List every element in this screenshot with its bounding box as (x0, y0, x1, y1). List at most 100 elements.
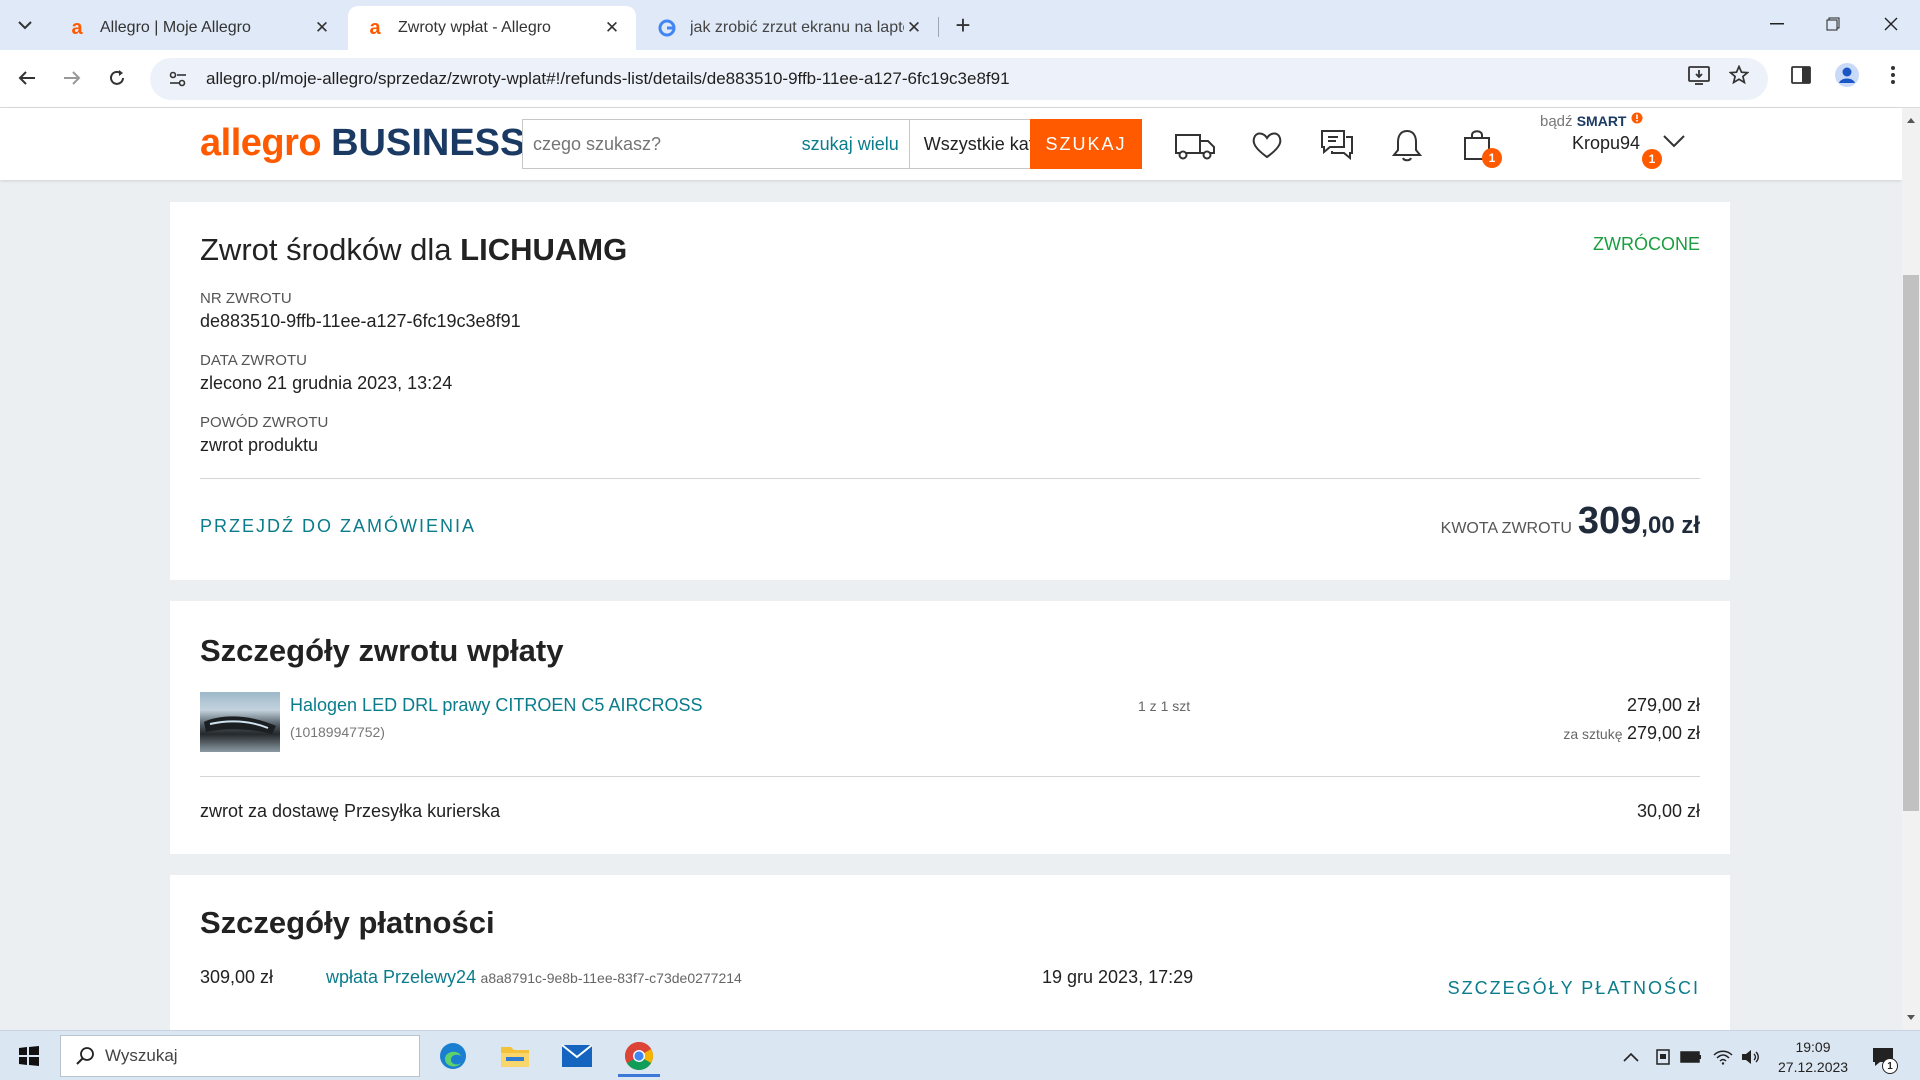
unit-price-label: za sztukę (1563, 726, 1623, 742)
messages-button[interactable] (1316, 126, 1358, 164)
edge-icon (440, 1043, 466, 1069)
tray-volume[interactable] (1740, 1046, 1762, 1068)
taskbar-chrome[interactable] (612, 1035, 666, 1077)
product-thumbnail[interactable] (200, 692, 280, 752)
delivery-refund-amount: 30,00 zł (1636, 801, 1700, 821)
profile-button[interactable] (1832, 60, 1862, 90)
allegro-icon: a (71, 16, 83, 39)
product-unit-price: za sztukę 279,00 zł (1563, 723, 1700, 744)
product-id: (10189947752) (290, 724, 385, 740)
tray-wifi[interactable] (1712, 1046, 1734, 1068)
avatar-icon (1835, 63, 1859, 87)
restore-icon (1826, 17, 1840, 31)
payment-date: 19 gru 2023, 17:29 (1042, 967, 1194, 987)
site-settings-icon[interactable] (168, 71, 188, 87)
tray-overflow[interactable] (1620, 1046, 1642, 1068)
url-text[interactable]: allegro.pl/moje-allegro/sprzedaz/zwroty-… (206, 69, 1010, 89)
cart-button[interactable]: 1 (1456, 126, 1502, 168)
unit-price-value: 279,00 zł (1626, 723, 1700, 743)
windows-icon (19, 1046, 39, 1066)
refund-status-badge: ZWRÓCONE (1593, 234, 1700, 254)
close-icon[interactable]: ✕ (904, 18, 924, 38)
taskbar-edge[interactable] (426, 1035, 480, 1077)
chevron-up-icon (1623, 1052, 1639, 1062)
address-bar[interactable]: allegro.pl/moje-allegro/sprzedaz/zwroty-… (150, 58, 1768, 100)
close-icon[interactable]: ✕ (602, 18, 622, 38)
tab-zwroty-wplat[interactable]: a Zwroty wpłat - Allegro ✕ (348, 6, 636, 50)
seller-name: LICHUAMG (460, 232, 628, 267)
start-button[interactable] (2, 1035, 56, 1077)
divider (200, 776, 1700, 777)
refund-title-prefix: Zwrot środków dla (200, 232, 452, 267)
refund-number: de883510-9ffb-11ee-a127-6fc19c3e8f91 (200, 311, 521, 331)
taskbar-file-explorer[interactable] (488, 1035, 542, 1077)
minimize-icon (1770, 23, 1784, 25)
refund-number-label: NR ZWROTU (200, 290, 292, 307)
bookmark-button[interactable] (1724, 60, 1754, 90)
user-menu-toggle[interactable] (1663, 134, 1685, 153)
product-quantity: 1 z 1 szt (1138, 698, 1191, 714)
close-icon[interactable]: ✕ (312, 18, 332, 38)
taskbar-search-text: Wyszukaj (105, 1046, 178, 1065)
divider (200, 478, 1700, 479)
taskbar-mail[interactable] (550, 1035, 604, 1077)
back-button[interactable] (10, 61, 44, 95)
taskbar-search[interactable]: Wyszukaj (60, 1035, 420, 1077)
restore-button[interactable] (1806, 0, 1860, 48)
allegro-business-logo[interactable]: allegro BUSINESS (200, 122, 525, 165)
payment-details-card: Szczegóły płatności 309,00 zł wpłata Prz… (170, 875, 1730, 1030)
user-menu[interactable]: Kropu94 (1572, 133, 1640, 154)
payment-details-title: Szczegóły płatności (200, 905, 495, 940)
delivery-button[interactable] (1174, 126, 1216, 164)
bell-icon (1392, 129, 1422, 162)
tab-google-search[interactable]: jak zrobić zrzut ekranu na lapto ✕ (640, 6, 938, 50)
chevron-down-icon (1663, 135, 1685, 148)
go-to-order-link[interactable]: PRZEJDŹ DO ZAMÓWIENIA (200, 516, 476, 537)
product-name-link[interactable]: Halogen LED DRL prawy CITROEN C5 AIRCROS… (290, 695, 702, 716)
refund-amount-label: KWOTA ZWROTU (1440, 520, 1572, 537)
refund-amount-int: 309 (1577, 500, 1642, 542)
reload-icon (110, 70, 124, 85)
search-button[interactable]: SZUKAJ (1030, 119, 1142, 169)
favorites-button[interactable] (1246, 126, 1288, 164)
side-panel-button[interactable] (1786, 60, 1816, 90)
tray-battery[interactable] (1680, 1046, 1702, 1068)
clock-time: 19:09 (1795, 1039, 1831, 1055)
tab-search-button[interactable] (10, 11, 40, 39)
search-input[interactable] (523, 120, 793, 168)
clock-date: 27.12.2023 (1778, 1059, 1849, 1075)
browser-menu-button[interactable] (1878, 60, 1908, 90)
notifications-button[interactable] (1386, 126, 1428, 164)
scroll-up-icon[interactable] (1906, 116, 1916, 124)
smart-promo[interactable]: bądź SMART (1540, 112, 1643, 130)
heart-icon (1252, 132, 1282, 159)
payment-details-link[interactable]: SZCZEGÓŁY PŁATNOŚCI (1448, 978, 1700, 999)
payment-method-link[interactable]: wpłata Przelewy24 (326, 967, 476, 987)
refund-reason-label: POWÓD ZWROTU (200, 414, 329, 431)
more-vertical-icon (1891, 66, 1895, 84)
close-window-button[interactable] (1864, 0, 1918, 48)
search-multiple-link[interactable]: szukaj wielu (792, 120, 910, 168)
refund-summary-card: Zwrot środków dla LICHUAMG ZWRÓCONE NR Z… (170, 202, 1730, 580)
minimize-button[interactable] (1750, 0, 1804, 48)
cart-count-badge: 1 (1482, 148, 1502, 168)
taskbar-clock[interactable]: 19:09 27.12.2023 (1778, 1037, 1848, 1077)
browser-tab-bar: a Allegro | Moje Allegro ✕ a Zwroty wpła… (0, 0, 1920, 50)
new-tab-button[interactable]: + (948, 10, 978, 40)
star-icon (1729, 65, 1749, 85)
install-app-button[interactable] (1684, 60, 1714, 90)
product-total: 279,00 zł (1626, 695, 1700, 715)
tab-moje-allegro[interactable]: a Allegro | Moje Allegro ✕ (50, 6, 346, 50)
tab-title: Allegro | Moje Allegro (100, 19, 251, 36)
tray-device[interactable] (1652, 1046, 1674, 1068)
refund-amount-dec: ,00 zł (1641, 512, 1700, 539)
scrollbar-thumb[interactable] (1903, 275, 1919, 811)
battery-icon (1680, 1051, 1701, 1063)
forward-button[interactable] (55, 61, 89, 95)
scroll-down-icon[interactable] (1906, 1014, 1916, 1022)
user-badge: 1 (1642, 149, 1662, 169)
refund-details-card: Szczegóły zwrotu wpłaty Halogen LED DRL … (170, 601, 1730, 854)
tab-title: Zwroty wpłat - Allegro (398, 19, 551, 36)
notification-center[interactable]: 1 (1868, 1046, 1898, 1074)
reload-button[interactable] (100, 61, 134, 95)
